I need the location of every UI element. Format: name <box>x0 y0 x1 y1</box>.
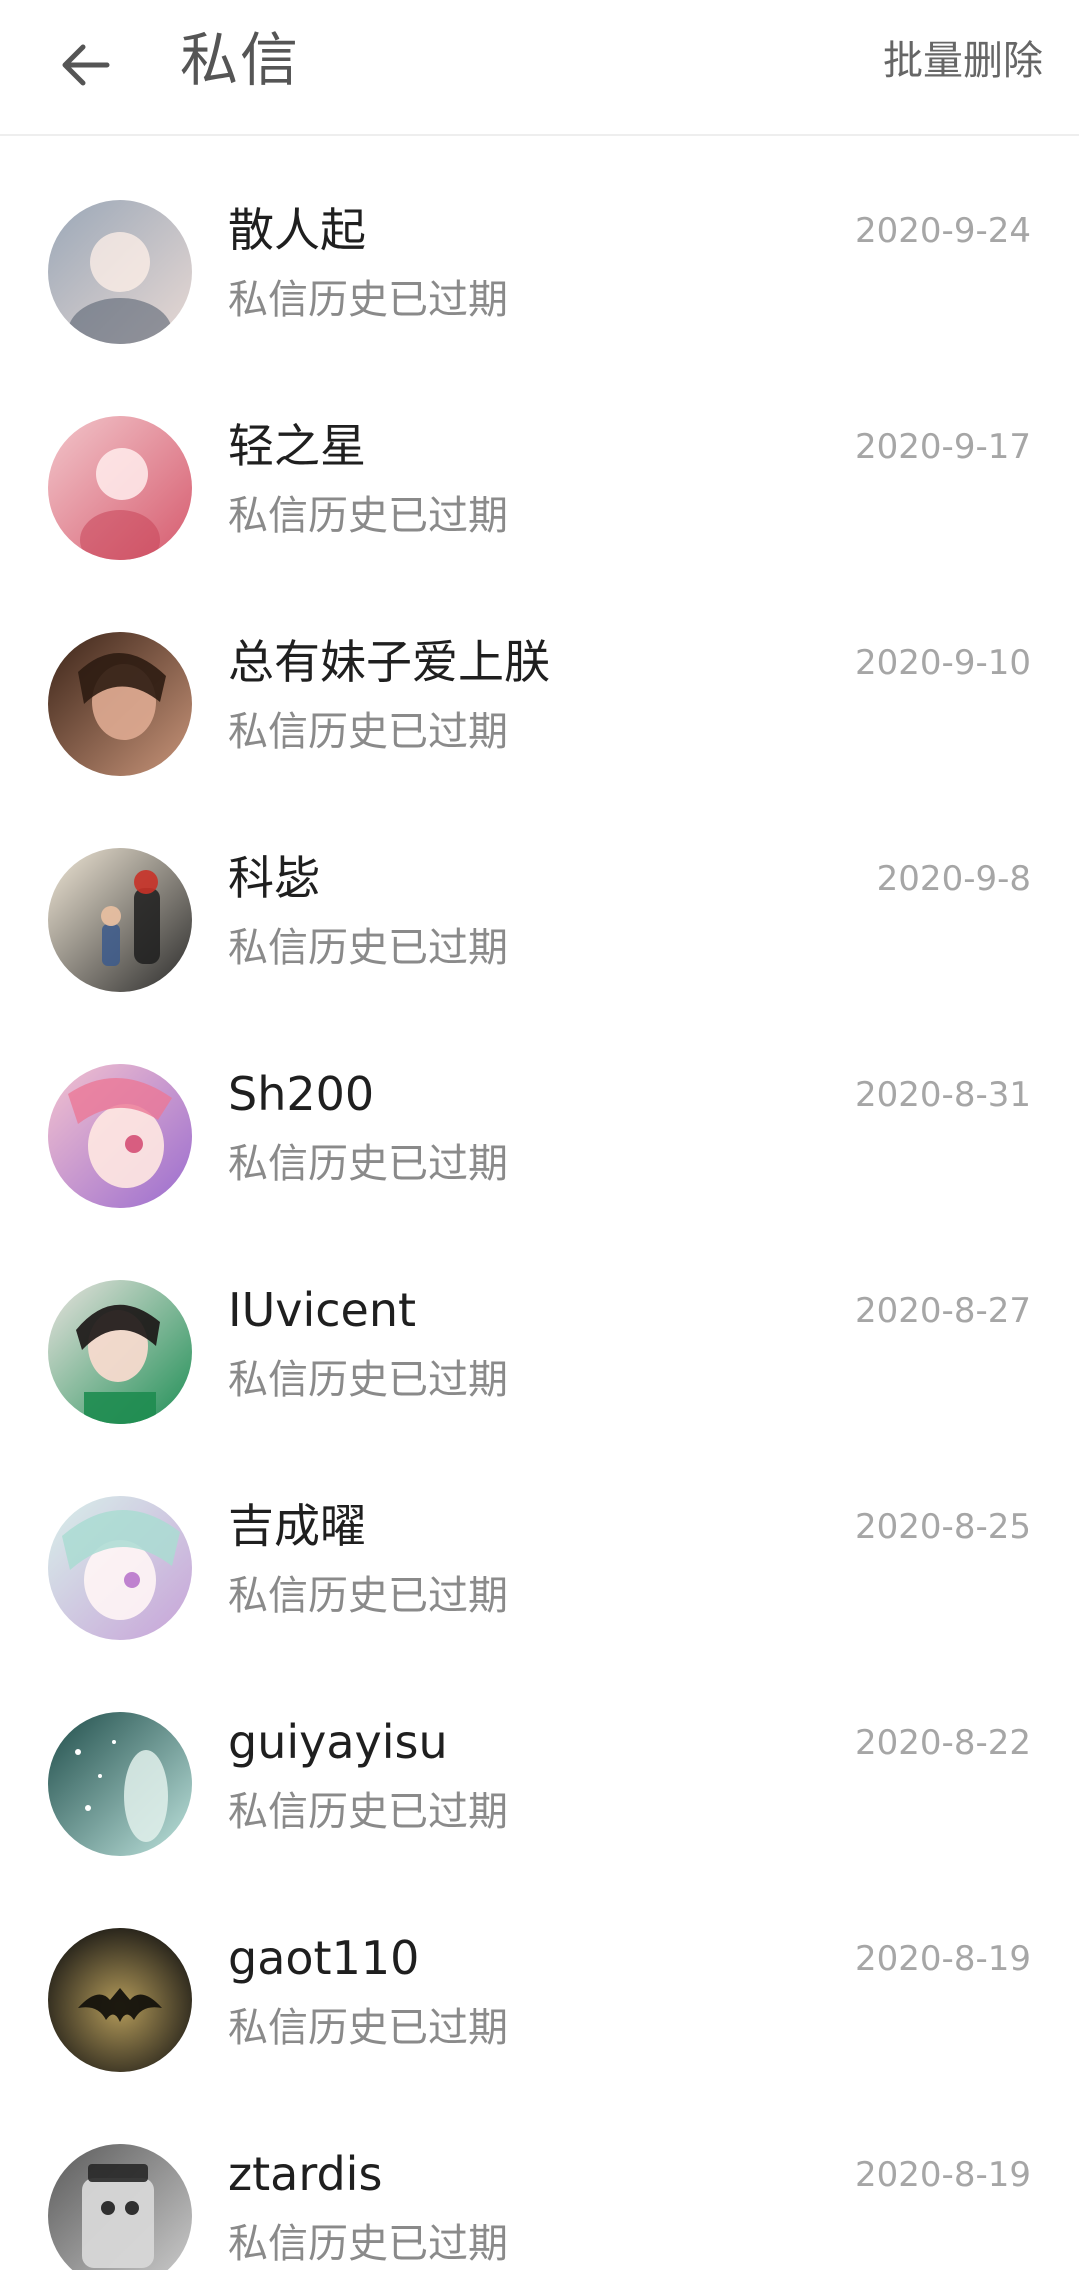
avatar[interactable] <box>48 200 192 344</box>
message-list: 散人起 2020-9-24 私信历史已过期 轻之星 2020-9-17 私信历史… <box>0 136 1079 2270</box>
contact-name: 吉成曜 <box>228 1499 366 1553</box>
message-preview: 私信历史已过期 <box>228 709 508 755</box>
message-row[interactable]: 总有妹子爱上朕 2020-9-10 私信历史已过期 <box>0 568 1079 784</box>
page-title: 私信 <box>180 26 301 94</box>
message-row[interactable]: Sh200 2020-8-31 私信历史已过期 <box>0 1000 1079 1216</box>
contact-name: guiyayisu <box>228 1715 448 1769</box>
message-date: 2020-8-27 <box>855 1291 1031 1331</box>
message-date: 2020-8-19 <box>855 1939 1031 1979</box>
arrow-left-icon <box>62 44 110 86</box>
message-row[interactable]: 轻之星 2020-9-17 私信历史已过期 <box>0 352 1079 568</box>
contact-name: 散人起 <box>228 203 366 257</box>
top-bar: 私信 批量删除 <box>0 0 1079 136</box>
message-date: 2020-9-17 <box>855 427 1031 467</box>
message-row[interactable]: IUvicent 2020-8-27 私信历史已过期 <box>0 1216 1079 1432</box>
contact-name: Sh200 <box>228 1067 375 1121</box>
avatar[interactable] <box>48 848 192 992</box>
contact-name: 轻之星 <box>228 419 366 473</box>
message-date: 2020-9-8 <box>876 859 1031 899</box>
contact-name: IUvicent <box>228 1283 417 1337</box>
avatar[interactable] <box>48 416 192 560</box>
message-date: 2020-9-24 <box>855 211 1031 251</box>
message-preview: 私信历史已过期 <box>228 925 508 971</box>
contact-name: 科毖 <box>228 851 320 905</box>
avatar[interactable] <box>48 2144 192 2270</box>
message-date: 2020-8-19 <box>855 2155 1031 2195</box>
message-preview: 私信历史已过期 <box>228 1573 508 1619</box>
message-preview: 私信历史已过期 <box>228 1357 508 1403</box>
message-row[interactable]: 吉成曜 2020-8-25 私信历史已过期 <box>0 1432 1079 1648</box>
avatar[interactable] <box>48 1928 192 2072</box>
message-preview: 私信历史已过期 <box>228 493 508 539</box>
message-preview: 私信历史已过期 <box>228 277 508 323</box>
contact-name: ztardis <box>228 2147 383 2201</box>
avatar[interactable] <box>48 632 192 776</box>
avatar[interactable] <box>48 1712 192 1856</box>
bulk-delete-button[interactable]: 批量删除 <box>883 28 1043 94</box>
contact-name: 总有妹子爱上朕 <box>228 635 550 689</box>
message-preview: 私信历史已过期 <box>228 2005 508 2051</box>
message-row[interactable]: 科毖 2020-9-8 私信历史已过期 <box>0 784 1079 1000</box>
avatar[interactable] <box>48 1064 192 1208</box>
message-preview: 私信历史已过期 <box>228 1141 508 1187</box>
contact-name: gaot110 <box>228 1931 420 1985</box>
message-date: 2020-8-25 <box>855 1507 1031 1547</box>
message-preview: 私信历史已过期 <box>228 2221 508 2267</box>
message-row[interactable]: guiyayisu 2020-8-22 私信历史已过期 <box>0 1648 1079 1864</box>
message-row[interactable]: gaot110 2020-8-19 私信历史已过期 <box>0 1864 1079 2080</box>
message-row[interactable]: 散人起 2020-9-24 私信历史已过期 <box>0 136 1079 352</box>
message-date: 2020-8-31 <box>855 1075 1031 1115</box>
avatar[interactable] <box>48 1280 192 1424</box>
message-preview: 私信历史已过期 <box>228 1789 508 1835</box>
avatar[interactable] <box>48 1496 192 1640</box>
message-date: 2020-9-10 <box>855 643 1031 683</box>
message-date: 2020-8-22 <box>855 1723 1031 1763</box>
back-button[interactable] <box>40 20 130 110</box>
message-row[interactable]: ztardis 2020-8-19 私信历史已过期 <box>0 2080 1079 2270</box>
